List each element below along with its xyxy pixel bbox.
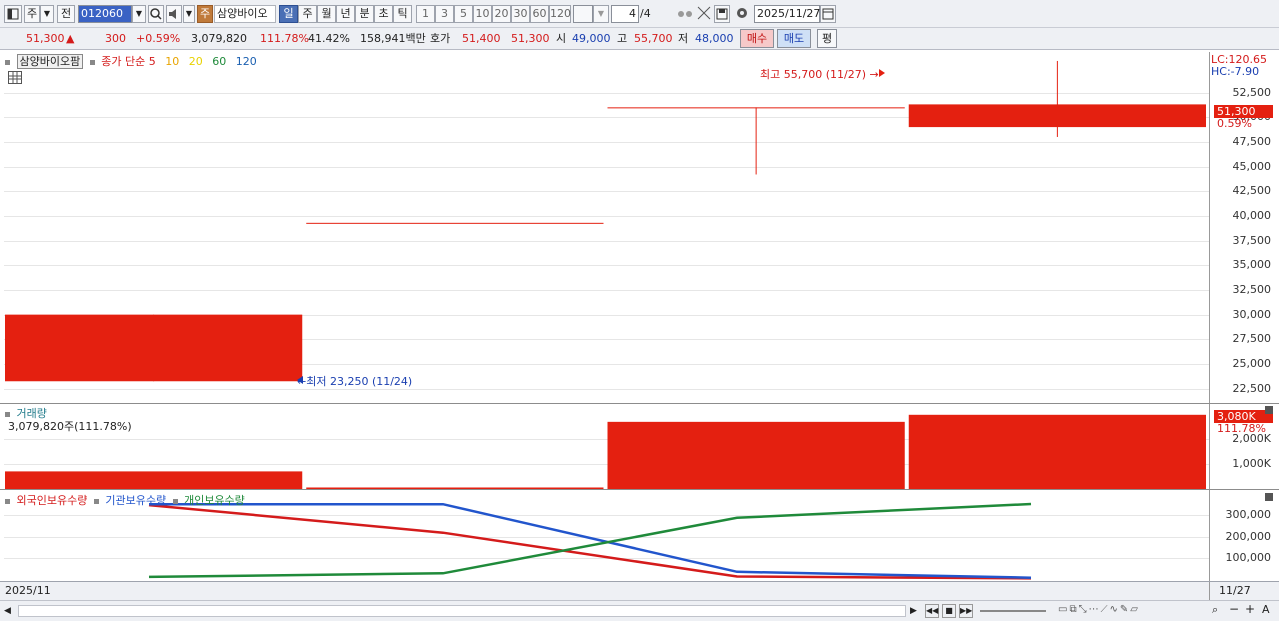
candle-body [607, 107, 905, 109]
ma-legend-prefix[interactable]: 종가 단순 [101, 55, 145, 68]
ma-60-label[interactable]: 60 [212, 55, 226, 68]
date-axis-right-label: 11/27 [1219, 584, 1251, 597]
institution-holding-label[interactable]: 기관보유수량 [105, 494, 166, 507]
date-axis-left-label: 2025/11 [5, 584, 51, 597]
current-pct-tag: 0.59% [1217, 117, 1252, 130]
holding-panel-close-icon[interactable] [1265, 493, 1273, 501]
volume-bar [5, 471, 303, 489]
candle-body [5, 314, 303, 382]
legend-marker [5, 59, 10, 65]
candle-body [908, 104, 1206, 128]
zoom-slider[interactable] [980, 610, 1046, 612]
volume-bar [607, 421, 905, 489]
rewind-icon[interactable]: ◀◀ [925, 604, 939, 618]
legend-marker [172, 498, 178, 504]
font-size-icon[interactable]: A [1262, 603, 1270, 616]
fast-forward-icon[interactable]: ▶▶ [959, 604, 973, 618]
date-axis: 2025/11 11/27 [0, 581, 1279, 601]
chart-canvas [5, 60, 1206, 580]
legend-marker [89, 59, 95, 65]
volume-pct-tag: 111.78% [1217, 422, 1266, 435]
individual-holding-label[interactable]: 개인보유수량 [184, 494, 245, 507]
stock-tag[interactable]: 삼양바이오팜 [16, 54, 84, 69]
holding-line-1 [148, 503, 1032, 580]
ma-120-label[interactable]: 120 [236, 55, 257, 68]
holding-legend: 외국인보유수량 기관보유수량 개인보유수량 [5, 492, 245, 508]
zoom-search-icon[interactable]: ⌕ [1212, 603, 1218, 617]
price-legend: 삼양바이오팜 종가 단순 5 10 20 60 120 [5, 53, 257, 69]
zoom-out-icon[interactable]: − [1229, 602, 1239, 616]
ma-10-label[interactable]: 10 [165, 55, 179, 68]
scrollbar-track[interactable] [18, 605, 906, 617]
scroll-right-icon[interactable]: ▶ [910, 604, 922, 618]
legend-marker [5, 411, 10, 417]
table-icon[interactable] [8, 71, 22, 84]
volume-value-text: 3,079,820주(111.78%) [8, 420, 132, 433]
ma-20-label[interactable]: 20 [189, 55, 203, 68]
stop-icon[interactable]: ■ [942, 604, 956, 618]
volume-panel-close-icon[interactable] [1265, 406, 1273, 414]
ma-5-label[interactable]: 5 [149, 55, 156, 68]
high-annotation: 최고 55,700 (11/27) → [760, 68, 879, 81]
scroll-left-icon[interactable]: ◀ [4, 604, 16, 618]
volume-bar [908, 414, 1206, 489]
holding-line-2 [149, 502, 1032, 579]
legend-marker [5, 498, 10, 504]
high-arrow-icon [879, 69, 885, 77]
drawing-tools-icon[interactable]: ▭⧉⤡⋯⟋∿✎▱ [1058, 604, 1208, 618]
hc-label: HC:-7.90 [1211, 65, 1260, 78]
low-annotation: ←최저 23,250 (11/24) [297, 375, 413, 388]
axis-divider [1209, 582, 1210, 601]
zoom-in-icon[interactable]: + [1245, 602, 1255, 616]
candle-body [306, 222, 604, 224]
foreign-holding-label[interactable]: 외국인보유수량 [17, 494, 88, 507]
legend-marker [93, 498, 99, 504]
holding-line-3 [148, 502, 1032, 579]
volume-bar [306, 487, 604, 489]
bottom-toolbar: ◀ ▶ ◀◀ ■ ▶▶ ▭⧉⤡⋯⟋∿✎▱ ⌕ − + A [0, 600, 1279, 621]
